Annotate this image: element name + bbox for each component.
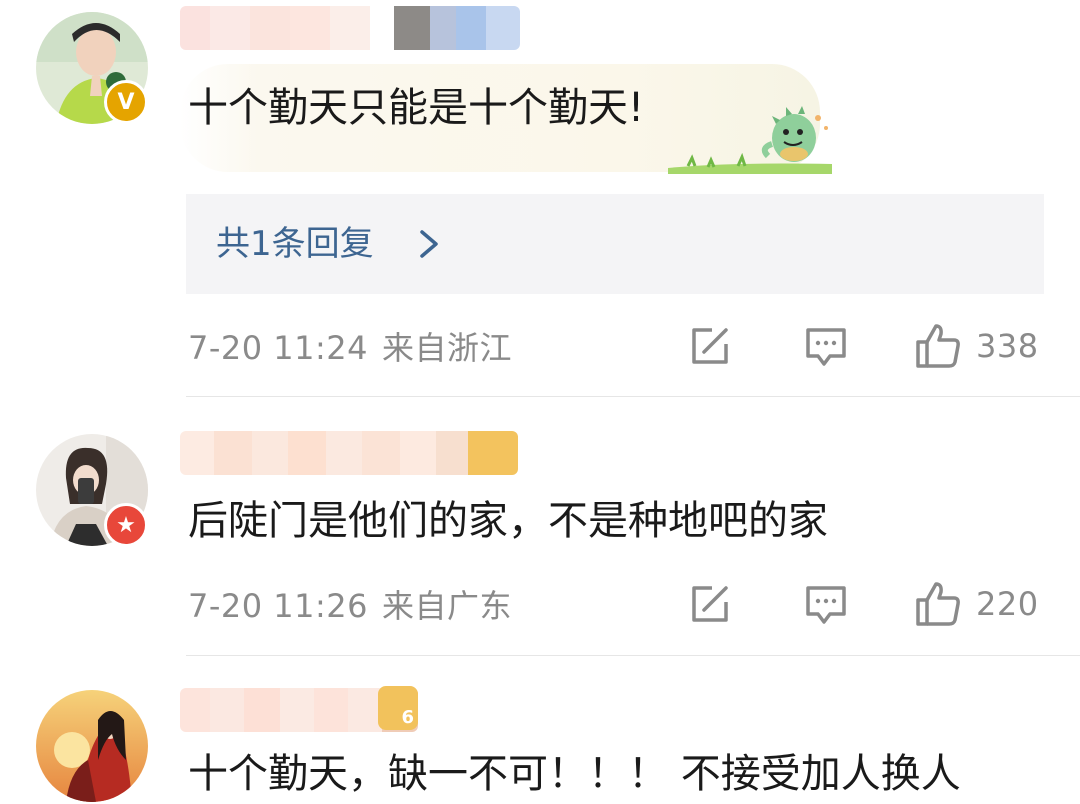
- repost-icon: [692, 328, 728, 364]
- comment-meta: 7-20 11:24 来自浙江: [188, 328, 512, 368]
- avatar-image: [36, 690, 148, 802]
- replies-count-label[interactable]: 共1条回复: [216, 216, 374, 272]
- repost-button[interactable]: [688, 324, 732, 368]
- comment-location: 来自浙江: [382, 329, 513, 367]
- comment-item: 6 十个勤天，缺一不可！！！ 不接受加人换人: [0, 656, 1080, 804]
- comment-item: V 十个勤天只能是十个勤天! 共1条回复 7-20 11:24 来自浙江 338: [0, 0, 1080, 396]
- like-count: 338: [976, 327, 1039, 365]
- chevron-right-icon[interactable]: [410, 222, 450, 266]
- replies-box[interactable]: 共1条回复: [186, 194, 1044, 294]
- repost-button[interactable]: [688, 582, 732, 626]
- like-button[interactable]: 220: [914, 580, 1039, 628]
- comment-button[interactable]: [804, 584, 848, 626]
- comment-text: 后陡门是他们的家，不是种地吧的家: [188, 498, 828, 544]
- avatar[interactable]: [36, 690, 148, 802]
- thumbs-up-icon: [916, 582, 960, 626]
- comment-time: 7-20 11:26: [188, 587, 369, 625]
- username-blurred[interactable]: [180, 6, 520, 50]
- level-number: 6: [401, 707, 414, 728]
- like-count: 220: [976, 585, 1039, 623]
- comment-item: ★ 后陡门是他们的家，不是种地吧的家 7-20 11:26 来自广东 220: [0, 397, 1080, 655]
- comment-icon: [806, 586, 846, 624]
- comment-meta: 7-20 11:26 来自广东: [188, 586, 512, 626]
- username-blurred[interactable]: [180, 431, 518, 475]
- comment-text: 十个勤天，缺一不可！！！ 不接受加人换人: [188, 751, 961, 797]
- member-badge-icon: ★: [104, 503, 148, 547]
- comment-button[interactable]: [804, 326, 848, 368]
- dinosaur-sticker-icon: [668, 106, 832, 174]
- repost-icon: [692, 586, 728, 622]
- like-button[interactable]: 338: [914, 322, 1039, 370]
- verified-badge-icon: V: [104, 80, 148, 124]
- comment-time: 7-20 11:24: [188, 329, 369, 367]
- level-badge: 6: [378, 686, 418, 730]
- comment-text: 十个勤天只能是十个勤天!: [188, 85, 645, 131]
- comment-icon: [806, 328, 846, 366]
- thumbs-up-icon: [916, 324, 960, 368]
- comment-location: 来自广东: [382, 587, 513, 625]
